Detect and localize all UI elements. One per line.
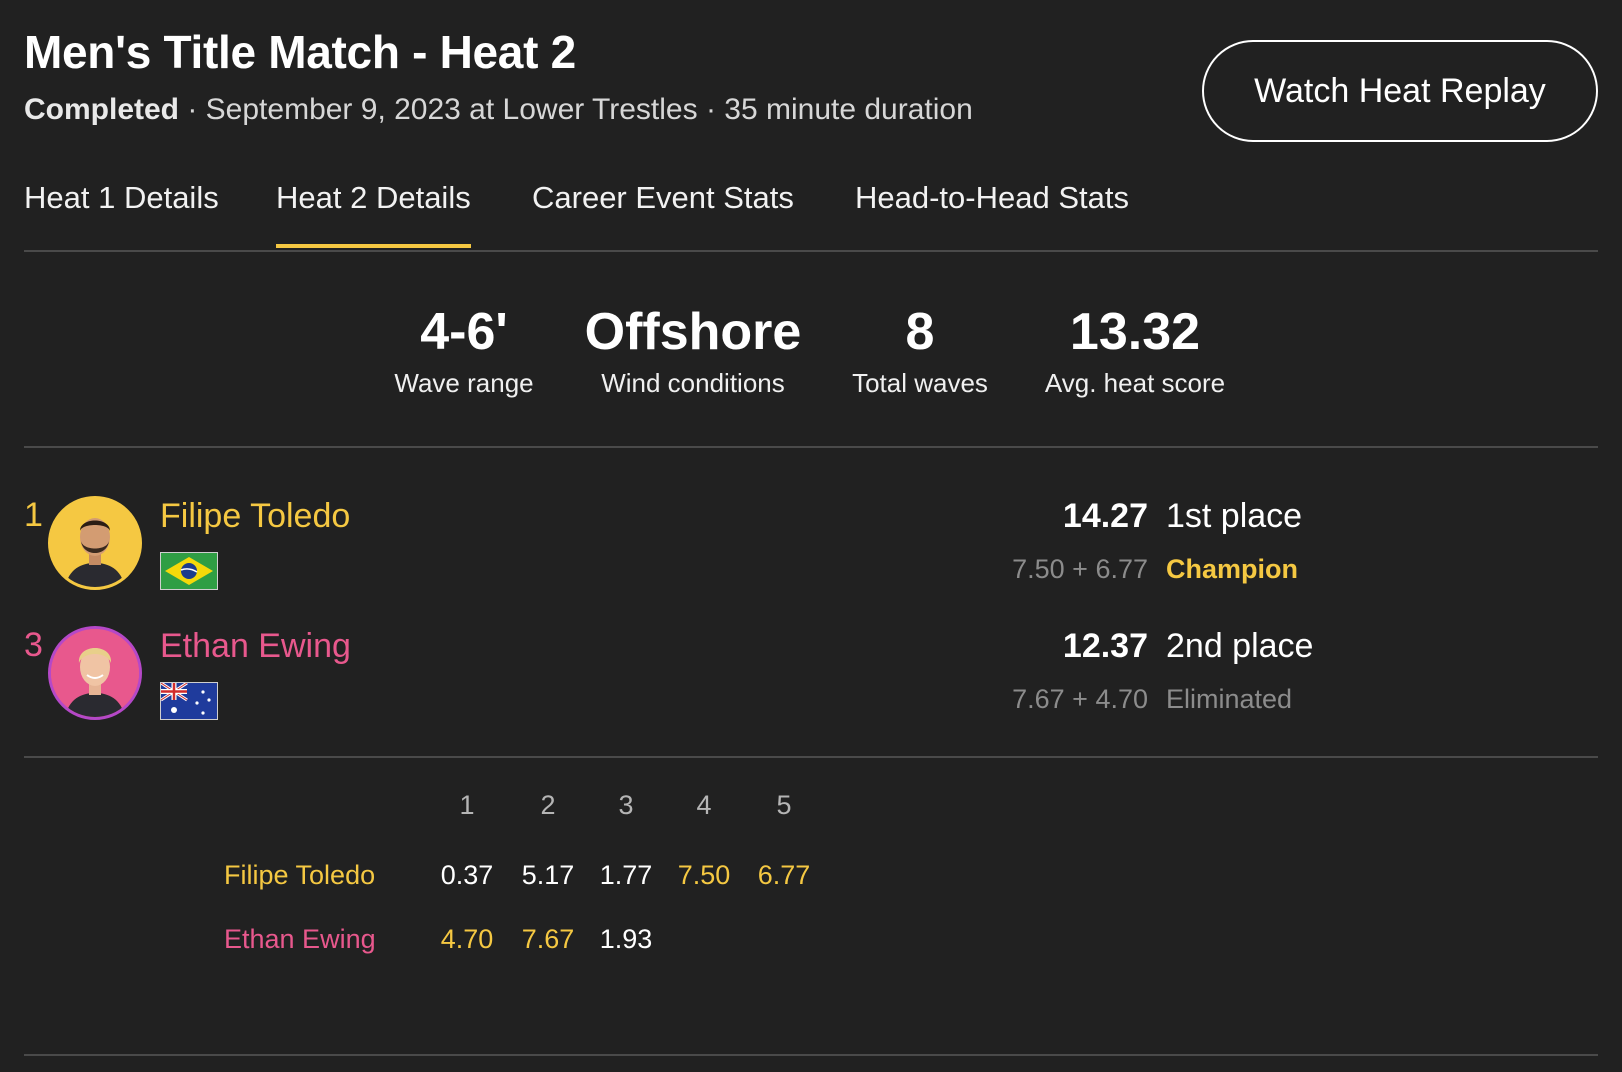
stat-avg-heat-score: 13.32 Avg. heat score xyxy=(1022,300,1248,399)
brazil-flag-icon xyxy=(160,552,218,590)
wave-column-header: 3 xyxy=(618,790,634,820)
stat-label: Total waves xyxy=(852,368,988,398)
stat-value: 13.32 xyxy=(1069,303,1201,361)
australia-flag-icon xyxy=(160,682,218,720)
wave-column-header: 4 xyxy=(696,790,712,820)
stat-label: Avg. heat score xyxy=(1044,368,1226,398)
tab-heat-1-details[interactable]: Heat 1 Details xyxy=(24,180,219,248)
athlete-row-ethan-ewing[interactable]: 3 Ethan Ewing 12.37 7.67 + 4.70 2nd plac… xyxy=(24,626,1598,736)
wave-score-counting: 4.70 xyxy=(440,924,494,954)
result-status: Champion xyxy=(1166,554,1298,584)
stat-value: 4-6' xyxy=(420,303,508,361)
seed-number: 3 xyxy=(24,626,43,664)
wave-scores-table: 1 2 3 4 5 Filipe Toledo 0.37 5.17 1.77 7… xyxy=(0,790,1622,970)
heat-total-score: 12.37 xyxy=(1062,627,1148,665)
wave-column-header: 5 xyxy=(776,790,792,820)
avatar xyxy=(48,496,142,590)
tab-career-event-stats[interactable]: Career Event Stats xyxy=(532,180,794,248)
wave-row-athlete-name: Filipe Toledo xyxy=(224,860,376,890)
wave-score: 1.93 xyxy=(599,924,653,954)
wave-column-header: 2 xyxy=(540,790,556,820)
divider xyxy=(24,446,1598,448)
athlete-name[interactable]: Filipe Toledo xyxy=(160,496,350,536)
heat-details: · September 9, 2023 at Lower Trestles · … xyxy=(179,93,973,126)
tab-head-to-head-stats[interactable]: Head-to-Head Stats xyxy=(855,180,1129,248)
wave-score-counting: 7.50 xyxy=(677,860,731,890)
placement: 1st place xyxy=(1166,497,1303,535)
wave-score-counting: 7.67 xyxy=(521,924,575,954)
score-breakdown: 7.67 + 4.70 xyxy=(1012,684,1148,714)
wave-row-athlete-name: Ethan Ewing xyxy=(224,924,376,954)
athlete-name[interactable]: Ethan Ewing xyxy=(160,626,351,666)
wave-column-header: 1 xyxy=(459,790,475,820)
stat-value: 8 xyxy=(905,303,935,361)
wave-score: 0.37 xyxy=(440,860,494,890)
stat-wave-range: 4-6' Wave range xyxy=(380,300,548,399)
heat-total-score: 14.27 xyxy=(1062,497,1148,535)
placement: 2nd place xyxy=(1166,627,1314,665)
wave-score-counting: 6.77 xyxy=(757,860,811,890)
status-label: Completed xyxy=(24,93,180,126)
stat-total-waves: 8 Total waves xyxy=(838,300,1002,399)
tab-heat-2-details[interactable]: Heat 2 Details xyxy=(276,180,471,248)
stat-label: Wave range xyxy=(394,368,534,398)
score-breakdown: 7.50 + 6.77 xyxy=(1012,554,1148,584)
result-status: Eliminated xyxy=(1166,684,1293,714)
stat-value: Offshore xyxy=(584,303,802,361)
divider xyxy=(24,1054,1598,1056)
wave-score: 5.17 xyxy=(521,860,575,890)
stat-wind-conditions: Offshore Wind conditions xyxy=(568,300,818,399)
tab-bar: Heat 1 Details Heat 2 Details Career Eve… xyxy=(24,170,1598,252)
seed-number: 1 xyxy=(24,496,43,534)
heat-stats: 4-6' Wave range Offshore Wind conditions… xyxy=(0,300,1622,400)
avatar xyxy=(48,626,142,720)
athlete-row-filipe-toledo[interactable]: 1 Filipe Toledo 14.27 7.50 + 6.77 1st pl… xyxy=(24,496,1598,606)
watch-replay-button[interactable]: Watch Heat Replay xyxy=(1202,40,1598,142)
stat-label: Wind conditions xyxy=(601,368,785,398)
wave-score: 1.77 xyxy=(599,860,653,890)
divider xyxy=(24,756,1598,758)
